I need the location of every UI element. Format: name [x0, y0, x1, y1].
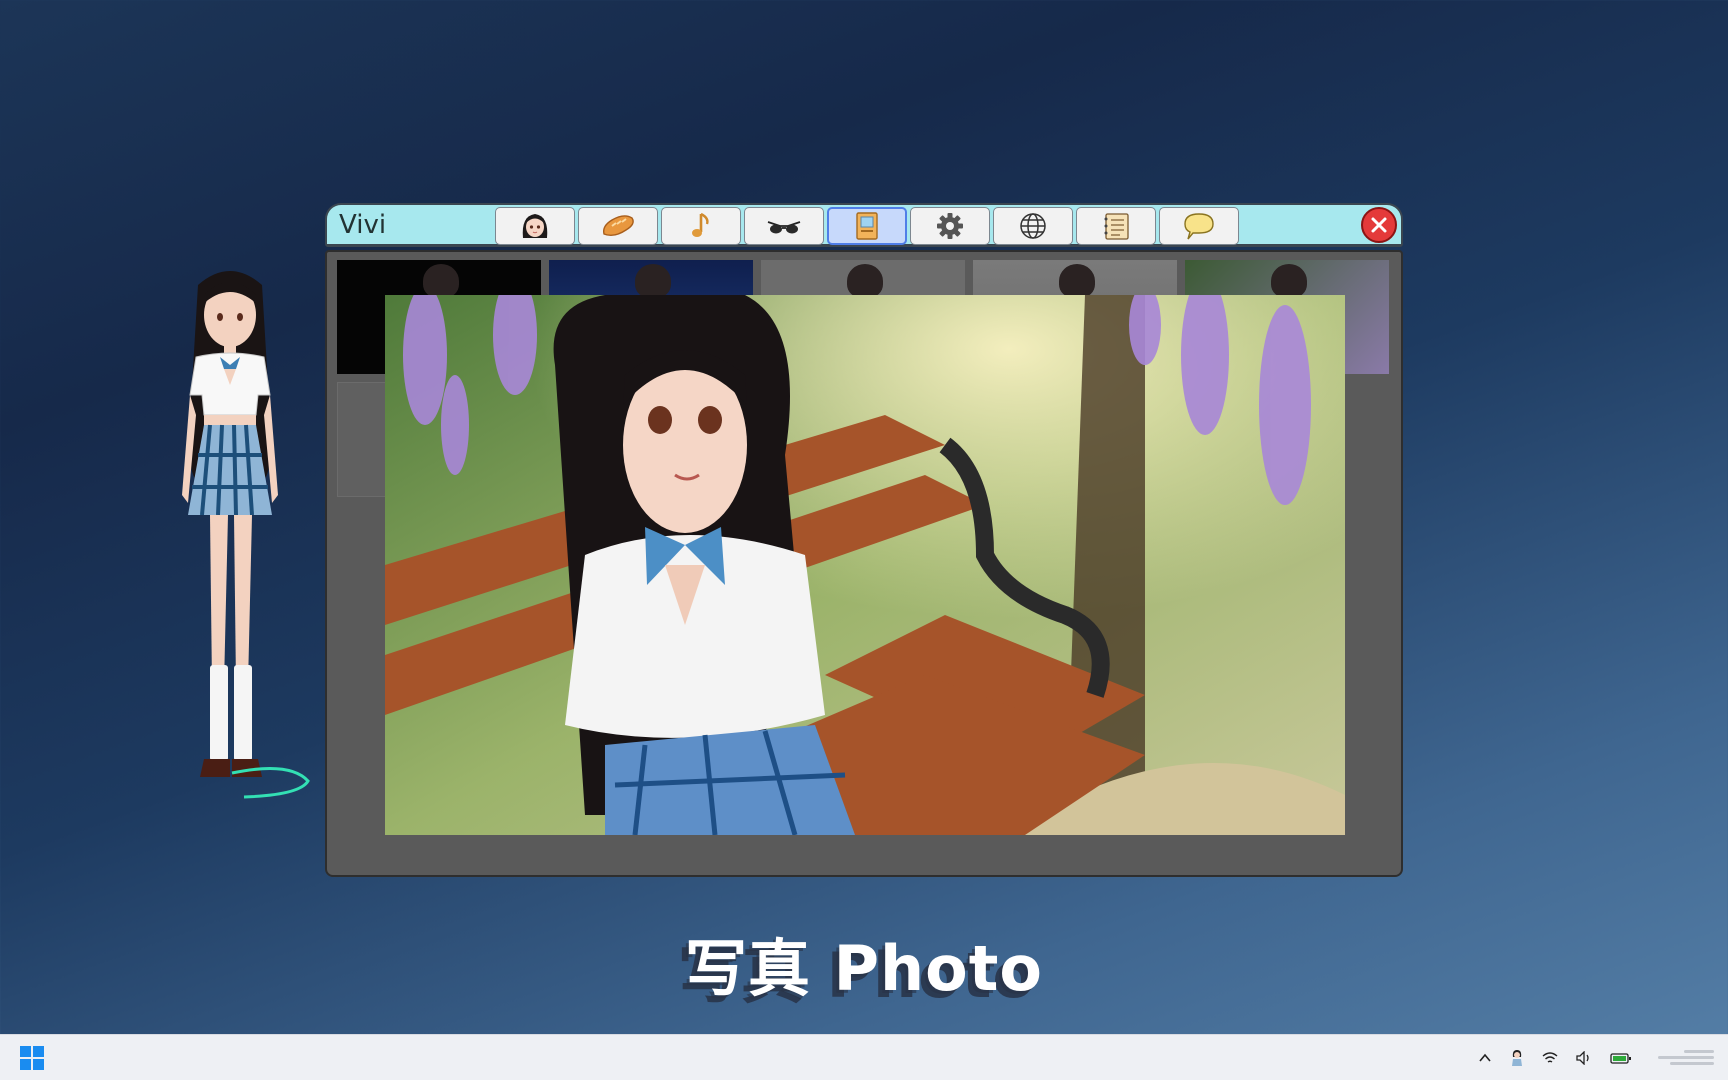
bread-icon — [602, 215, 634, 237]
notebook-icon — [1104, 213, 1129, 240]
character-tray-button[interactable] — [1510, 1046, 1524, 1070]
gallery-panel — [325, 250, 1403, 877]
music-note-icon — [692, 212, 709, 237]
volume-icon — [1576, 1051, 1589, 1065]
chevron-up-icon — [1479, 1053, 1491, 1062]
wifi-button[interactable] — [1542, 1046, 1558, 1070]
speech-bubble-icon — [1184, 213, 1214, 240]
notes-tab-button[interactable] — [1076, 207, 1156, 245]
photo-image — [385, 295, 1345, 835]
gear-icon — [937, 213, 963, 239]
windows-start-icon — [20, 1046, 44, 1070]
thumbnail-placeholder — [337, 382, 387, 497]
language-tab-button[interactable] — [993, 207, 1073, 245]
music-tab-button[interactable] — [661, 207, 741, 245]
close-button[interactable] — [1361, 207, 1397, 243]
volume-button[interactable] — [1576, 1046, 1592, 1070]
sunglasses-icon — [767, 221, 801, 234]
start-button[interactable] — [20, 1046, 44, 1070]
wifi-icon — [1542, 1052, 1558, 1063]
character-portrait-icon — [522, 214, 548, 238]
character-tray-icon — [1512, 1050, 1522, 1066]
globe-icon — [1020, 213, 1046, 239]
battery-icon — [1610, 1053, 1631, 1064]
photo-album-icon — [856, 212, 878, 240]
page-caption: 写真 Photo — [685, 932, 1043, 1005]
toolbar — [495, 207, 1239, 245]
chat-tab-button[interactable] — [1159, 207, 1239, 245]
clock-area[interactable] — [1650, 1043, 1714, 1073]
app-title: Vivi — [339, 210, 387, 240]
character-figure — [182, 271, 310, 799]
close-icon — [1371, 217, 1387, 233]
taskbar — [0, 1034, 1728, 1080]
battery-button[interactable] — [1610, 1046, 1632, 1070]
photo-app-window: Vivi — [325, 203, 1403, 877]
show-hidden-icons-button[interactable] — [1478, 1046, 1492, 1070]
desktop-character[interactable] — [140, 265, 320, 865]
settings-tab-button[interactable] — [910, 207, 990, 245]
photo-tab-button[interactable] — [827, 207, 907, 245]
system-tray — [1478, 1035, 1728, 1080]
character-tab-button[interactable] — [495, 207, 575, 245]
food-tab-button[interactable] — [578, 207, 658, 245]
selected-photo[interactable] — [385, 295, 1345, 835]
title-bar[interactable]: Vivi — [325, 203, 1403, 247]
style-tab-button[interactable] — [744, 207, 824, 245]
